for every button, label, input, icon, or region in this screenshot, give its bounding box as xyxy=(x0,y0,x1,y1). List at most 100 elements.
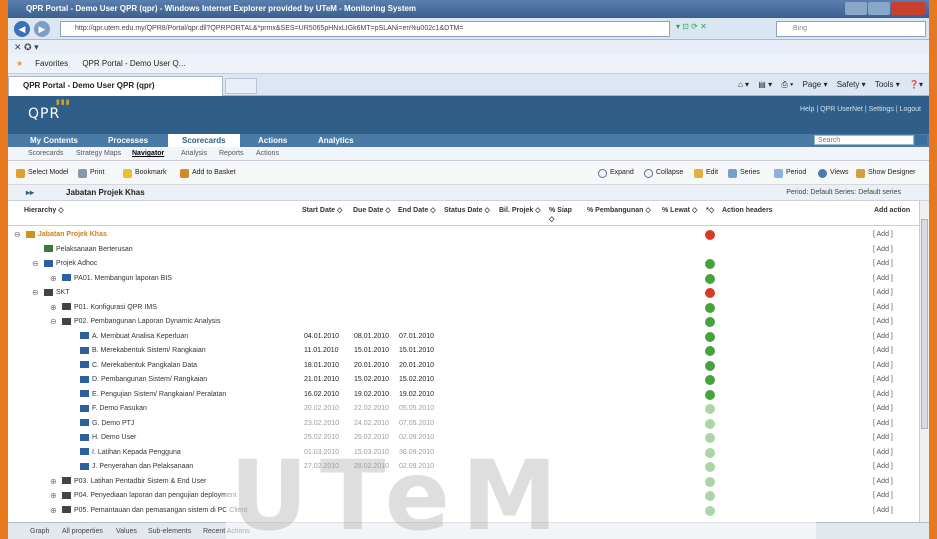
scrollbar-thumb[interactable] xyxy=(921,219,928,429)
expand-toggle-icon[interactable]: ⊕ xyxy=(50,489,57,504)
row-name[interactable]: C. Merekabentuk Pangkalan Data xyxy=(92,362,197,369)
col-siap[interactable]: % Siap ◇ xyxy=(549,206,577,224)
back-icon[interactable]: ◀ xyxy=(14,21,30,37)
table-row[interactable]: ⊕ P01. Konfigurasi QPR IMS [ Add ] xyxy=(8,301,919,316)
nav-processes[interactable]: Processes xyxy=(108,134,148,147)
expand-toggle-icon[interactable]: ⊖ xyxy=(32,257,39,272)
show-designer-button[interactable]: Show Designer xyxy=(856,161,915,185)
print-icon[interactable]: ⎙ ▾ xyxy=(781,80,793,89)
add-action-link[interactable]: [ Add ] xyxy=(873,243,893,258)
table-row[interactable]: C. Merekabentuk Pangkalan Data 18.01.2010… xyxy=(8,359,919,374)
col-status-date[interactable]: Status Date ◇ xyxy=(444,206,492,215)
row-name[interactable]: P01. Konfigurasi QPR IMS xyxy=(74,304,157,311)
safety-menu[interactable]: Safety ▾ xyxy=(837,80,866,89)
add-action-link[interactable]: [ Add ] xyxy=(873,286,893,301)
add-action-link[interactable]: [ Add ] xyxy=(873,315,893,330)
web-search-input[interactable]: Bing xyxy=(776,21,926,37)
header-links[interactable]: Help | QPR UserNet | Settings | Logout xyxy=(800,106,921,113)
row-name[interactable]: E. Pengujian Sistem/ Rangkaian/ Peralata… xyxy=(92,391,226,398)
search-icon[interactable] xyxy=(915,135,927,145)
row-name[interactable]: Jabatan Projek Khas xyxy=(38,231,107,238)
expand-toggle-icon[interactable]: ⊖ xyxy=(50,315,57,330)
tab-sub-elements[interactable]: Sub-elements xyxy=(148,523,191,539)
views-button[interactable]: Views xyxy=(818,161,849,185)
add-to-basket-button[interactable]: Add to Basket xyxy=(180,161,236,185)
table-row[interactable]: B. Merekabentuk Sistem/ Rangkaian 11.01.2… xyxy=(8,344,919,359)
nav-my-contents[interactable]: My Contents xyxy=(30,134,78,147)
select-model-button[interactable]: Select Model xyxy=(16,161,68,185)
row-name[interactable]: G. Demo PTJ xyxy=(92,420,134,427)
row-name[interactable]: Projek Adhoc xyxy=(56,260,97,267)
table-row[interactable]: A. Membuat Analisa Keperluan 04.01.2010 08… xyxy=(8,330,919,345)
expand-toggle-icon[interactable]: ⊕ xyxy=(50,301,57,316)
subnav-analysis[interactable]: Analysis xyxy=(181,147,207,161)
favorite-item[interactable]: QPR Portal - Demo User Q... xyxy=(82,59,185,68)
add-action-link[interactable]: [ Add ] xyxy=(873,301,893,316)
add-action-link[interactable]: [ Add ] xyxy=(873,489,893,504)
favorites-button[interactable]: Favorites xyxy=(35,59,68,68)
add-action-link[interactable]: [ Add ] xyxy=(873,388,893,403)
expand-toggle-icon[interactable]: ⊖ xyxy=(14,228,21,243)
row-name[interactable]: H. Demo User xyxy=(92,434,136,441)
edit-button[interactable]: Edit xyxy=(694,161,718,185)
expand-button[interactable]: Expand xyxy=(598,161,634,185)
command-row[interactable]: ✕ ✪ ▾ xyxy=(8,40,929,54)
tools-menu[interactable]: Tools ▾ xyxy=(875,80,900,89)
row-name[interactable]: D. Pembangunan Sistem/ Rangkaian xyxy=(92,376,207,383)
table-row[interactable]: G. Demo PTJ 23.02.2010 24.02.2010 07.05.201… xyxy=(8,417,919,432)
row-name[interactable]: F. Demo Fasukan xyxy=(92,405,147,412)
row-name[interactable]: P02. Pembangunan Laporan Dynamic Analysi… xyxy=(74,318,220,325)
table-row[interactable]: D. Pembangunan Sistem/ Rangkaian 21.01.20… xyxy=(8,373,919,388)
new-tab-button[interactable] xyxy=(225,78,257,94)
add-action-link[interactable]: [ Add ] xyxy=(873,330,893,345)
row-name[interactable]: J. Penyerahan dan Pelaksanaan xyxy=(92,463,193,470)
browser-tab-active[interactable]: QPR Portal - Demo User QPR (qpr) xyxy=(8,76,223,96)
maximize-button[interactable] xyxy=(868,2,890,15)
forward-icon[interactable]: ▶ xyxy=(34,21,50,37)
app-search-input[interactable]: Search xyxy=(814,135,914,145)
row-name[interactable]: Pelaksanaan Berterusan xyxy=(56,246,133,253)
table-row[interactable]: Pelaksanaan Berterusan [ Add ] xyxy=(8,243,919,258)
add-action-link[interactable]: [ Add ] xyxy=(873,257,893,272)
expand-toggle-icon[interactable]: ⊕ xyxy=(50,272,57,287)
nav-scorecards[interactable]: Scorecards xyxy=(168,134,240,147)
col-action-headers[interactable]: Action headers xyxy=(722,206,773,215)
tab-graph[interactable]: Graph xyxy=(30,523,49,539)
print-button[interactable]: Print xyxy=(78,161,104,185)
row-name[interactable]: P04. Penyediaan laporan dan pengujian de… xyxy=(74,492,237,499)
row-name[interactable]: SKT xyxy=(56,289,70,296)
table-row[interactable]: ⊖ P02. Pembangunan Laporan Dynamic Analys… xyxy=(8,315,919,330)
table-row[interactable]: ⊖ Projek Adhoc [ Add ] xyxy=(8,257,919,272)
nav-actions[interactable]: Actions xyxy=(258,134,287,147)
tab-all-properties[interactable]: All properties xyxy=(62,523,103,539)
close-window-button[interactable] xyxy=(891,2,925,15)
add-action-link[interactable]: [ Add ] xyxy=(873,373,893,388)
expand-toggle-icon[interactable]: ⊕ xyxy=(50,504,57,519)
vertical-scrollbar[interactable] xyxy=(919,201,929,522)
add-action-link[interactable]: [ Add ] xyxy=(873,272,893,287)
row-name[interactable]: PA01. Membangun laporan BIS xyxy=(74,275,172,282)
col-status[interactable]: *◇ xyxy=(706,206,714,215)
subnav-navigator[interactable]: Navigator xyxy=(132,147,164,161)
feeds-icon[interactable]: ▤ ▾ xyxy=(758,80,772,89)
table-row[interactable]: E. Pengujian Sistem/ Rangkaian/ Peralata… xyxy=(8,388,919,403)
col-hierarchy[interactable]: Hierarchy ◇ xyxy=(24,206,64,215)
add-action-link[interactable]: [ Add ] xyxy=(873,431,893,446)
table-row[interactable]: F. Demo Fasukan 20.02.2010 22.02.2010 05.05… xyxy=(8,402,919,417)
col-bil-projek[interactable]: Bil. Projek ◇ xyxy=(499,206,543,215)
period-button[interactable]: Period xyxy=(774,161,806,185)
col-end-date[interactable]: End Date ◇ xyxy=(398,206,436,215)
page-menu[interactable]: Page ▾ xyxy=(803,80,828,89)
help-icon[interactable]: ❓▾ xyxy=(909,80,923,89)
subnav-actions[interactable]: Actions xyxy=(256,147,279,161)
add-action-link[interactable]: [ Add ] xyxy=(873,359,893,374)
col-add-action[interactable]: Add action xyxy=(874,206,910,215)
nav-analytics[interactable]: Analytics xyxy=(318,134,354,147)
subnav-strategy-maps[interactable]: Strategy Maps xyxy=(76,147,121,161)
subnav-scorecards[interactable]: Scorecards xyxy=(28,147,63,161)
col-start-date[interactable]: Start Date ◇ xyxy=(302,206,346,215)
add-action-link[interactable]: [ Add ] xyxy=(873,417,893,432)
table-row[interactable]: ⊖ Jabatan Projek Khas [ Add ] xyxy=(8,228,919,243)
collapse-panel-icon[interactable]: ▸▸ xyxy=(26,185,34,201)
col-due-date[interactable]: Due Date ◇ xyxy=(353,206,391,215)
